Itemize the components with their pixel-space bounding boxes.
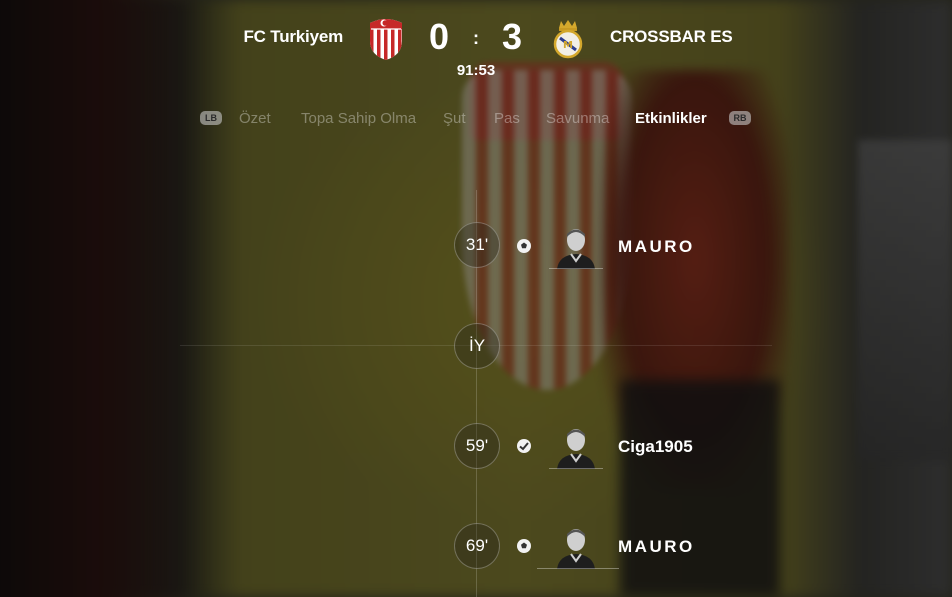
- tab-sut[interactable]: Şut: [443, 110, 466, 127]
- event-minute: 59': [454, 423, 500, 469]
- avatar-baseline: [549, 268, 603, 269]
- event-player-name: Ciga1905: [618, 437, 693, 456]
- score-header: FC Turkiyem 0 : 3 M CROSSBAR ES 91:53: [0, 0, 952, 90]
- player-avatar: [557, 429, 595, 469]
- away-crest-icon: M: [553, 20, 583, 59]
- tab-pas[interactable]: Pas: [494, 110, 520, 127]
- score-separator: :: [473, 28, 479, 48]
- home-crest-icon: [370, 19, 402, 60]
- tab-topa-sahip-olma[interactable]: Topa Sahip Olma: [301, 110, 416, 127]
- match-clock: 91:53: [456, 62, 496, 79]
- rb-bumper-icon[interactable]: RB: [729, 111, 751, 125]
- assist-boot-icon: [517, 439, 531, 453]
- lb-bumper-icon[interactable]: LB: [200, 111, 222, 125]
- away-score: 3: [502, 16, 523, 57]
- halftime-marker: İY: [454, 323, 500, 369]
- avatar-baseline: [537, 568, 619, 569]
- home-score: 0: [429, 16, 450, 57]
- tab-ozet[interactable]: Özet: [239, 110, 271, 127]
- goal-ball-icon: [517, 539, 531, 553]
- event-minute: 69': [454, 523, 500, 569]
- home-team-name: FC Turkiyem: [243, 27, 343, 46]
- svg-text:M: M: [563, 40, 573, 51]
- event-minute: 31': [454, 222, 500, 268]
- event-player-name: MAURO: [618, 237, 695, 256]
- player-avatar: [557, 529, 595, 569]
- avatar-baseline: [549, 468, 603, 469]
- event-player-name: MAURO: [618, 537, 695, 556]
- stats-tab-bar: LB Özet Topa Sahip Olma Şut Pas Savunma …: [0, 108, 952, 130]
- tab-savunma[interactable]: Savunma: [546, 110, 609, 127]
- player-avatar: [557, 229, 595, 269]
- away-team-name: CROSSBAR ES: [610, 27, 733, 46]
- tab-etkinlikler[interactable]: Etkinlikler: [635, 110, 707, 127]
- goal-ball-icon: [517, 239, 531, 253]
